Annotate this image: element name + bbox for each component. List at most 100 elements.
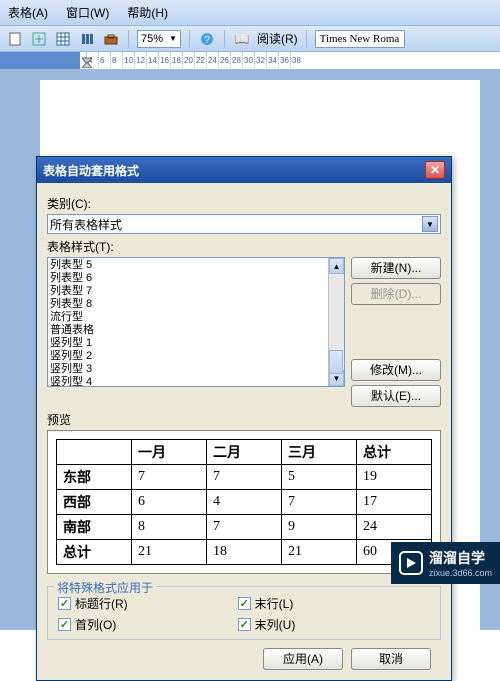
check-last-col[interactable]: ✓ 末列(U) [238,616,296,633]
table-row: 东部77519 [57,465,432,490]
group-legend: 将特殊格式应用于 [54,579,156,596]
check-label: 标题行(R) [75,595,128,612]
list-item[interactable]: 列表型 5 [50,259,342,272]
preview-box: 一月二月三月总计东部77519西部64717南部87924总计21182160 [47,430,441,574]
table-header: 总计 [357,440,432,465]
new-button[interactable]: 新建(N)... [351,257,441,279]
table-icon[interactable] [54,30,72,48]
table-header: 一月 [132,440,207,465]
menu-window[interactable]: 窗口(W) [66,4,109,21]
table-cell: 21 [282,540,357,565]
modify-button[interactable]: 修改(M)... [351,359,441,381]
font-value: Times New Roma [320,33,400,45]
menu-bar: 表格(A) 窗口(W) 帮助(H) [0,0,500,26]
default-button[interactable]: 默认(E)... [351,385,441,407]
svg-text:?: ? [204,35,210,46]
read-label[interactable]: 阅读(R) [257,30,298,47]
watermark: 溜溜自学 zixue.3d66.com [391,542,500,584]
styles-listbox[interactable]: 列表型 5列表型 6列表型 7列表型 8流行型普通表格竖列型 1竖列型 2竖列型… [47,257,345,387]
table-cell: 19 [357,465,432,490]
table-cell: 9 [282,515,357,540]
separator [128,30,129,48]
table-row: 西部64717 [57,490,432,515]
font-combo[interactable]: Times New Roma [315,30,405,48]
list-item[interactable]: 竖列型 3 [50,363,342,376]
watermark-text: 溜溜自学 [429,548,492,568]
category-combo[interactable]: 所有表格样式 ▼ [47,214,441,234]
separator [189,30,190,48]
scroll-up-icon[interactable]: ▲ [329,258,344,274]
ruler-mark: 30 [242,52,254,70]
column-icon[interactable] [78,30,96,48]
check-label: 末列(U) [255,616,296,633]
toolbar: 75% ▼ ? 📖 阅读(R) Times New Roma [0,26,500,52]
table-header [57,440,132,465]
play-icon [399,551,423,575]
check-first-col[interactable]: ✓ 首列(O) [58,616,128,633]
ruler-mark: 16 [158,52,170,70]
chevron-down-icon: ▼ [169,34,177,43]
table-row: 总计21182160 [57,540,432,565]
list-item[interactable]: 竖列型 2 [50,350,342,363]
ruler-mark: 38 [290,52,302,70]
list-item[interactable]: 竖列型 4 [50,376,342,387]
preview-label: 预览 [47,411,441,428]
scrollbar[interactable]: ▲ ▼ [328,258,344,386]
autoformat-dialog: 表格自动套用格式 ✕ 类别(C): 所有表格样式 ▼ 表格样式(T): 列表型 … [36,156,452,681]
insert-icon[interactable] [30,30,48,48]
ruler-mark: 12 [134,52,146,70]
list-item[interactable]: 列表型 6 [50,272,342,285]
ruler-mark: 34 [266,52,278,70]
ruler-mark: 24 [206,52,218,70]
table-cell: 18 [207,540,282,565]
scroll-thumb[interactable] [329,350,343,374]
apply-button[interactable]: 应用(A) [263,648,343,670]
watermark-url: zixue.3d66.com [429,568,492,578]
table-cell: 西部 [57,490,132,515]
check-last-row[interactable]: ✓ 末行(L) [238,595,296,612]
table-cell: 4 [207,490,282,515]
menu-table[interactable]: 表格(A) [8,4,48,21]
book-icon[interactable]: 📖 [233,30,251,48]
list-item[interactable]: 普通表格 [50,324,342,337]
table-cell: 南部 [57,515,132,540]
table-cell: 7 [207,515,282,540]
ruler: 86422468101214161820222426283032343638 [0,52,500,70]
ruler-mark: 18 [170,52,182,70]
doc-icon[interactable] [6,30,24,48]
ruler-mark: 14 [146,52,158,70]
table-header: 二月 [207,440,282,465]
check-header-row[interactable]: ✓ 标题行(R) [58,595,128,612]
table-cell: 6 [132,490,207,515]
table-cell: 总计 [57,540,132,565]
ruler-mark: 6 [98,52,110,70]
check-label: 末行(L) [255,595,294,612]
table-cell: 7 [207,465,282,490]
ruler-mark: 22 [194,52,206,70]
checkbox-icon: ✓ [58,597,71,610]
separator [306,30,307,48]
list-item[interactable]: 列表型 7 [50,285,342,298]
preview-table: 一月二月三月总计东部77519西部64717南部87924总计21182160 [56,439,432,565]
close-button[interactable]: ✕ [425,161,445,179]
zoom-combo[interactable]: 75% ▼ [137,30,181,48]
cancel-button[interactable]: 取消 [351,648,431,670]
table-row: 南部87924 [57,515,432,540]
zoom-value: 75% [141,33,163,45]
dialog-titlebar[interactable]: 表格自动套用格式 ✕ [37,157,451,183]
list-item[interactable]: 流行型 [50,311,342,324]
toolbox-icon[interactable] [102,30,120,48]
ruler-mark: 20 [182,52,194,70]
table-cell: 24 [357,515,432,540]
indent-marker-icon[interactable] [82,54,92,70]
menu-help[interactable]: 帮助(H) [127,4,168,21]
table-cell: 8 [132,515,207,540]
styles-label: 表格样式(T): [47,238,441,255]
checkbox-icon: ✓ [238,597,251,610]
help-icon[interactable]: ? [198,30,216,48]
list-item[interactable]: 列表型 8 [50,298,342,311]
list-item[interactable]: 竖列型 1 [50,337,342,350]
ruler-mark: 28 [230,52,242,70]
ruler-mark: 36 [278,52,290,70]
separator [224,30,225,48]
